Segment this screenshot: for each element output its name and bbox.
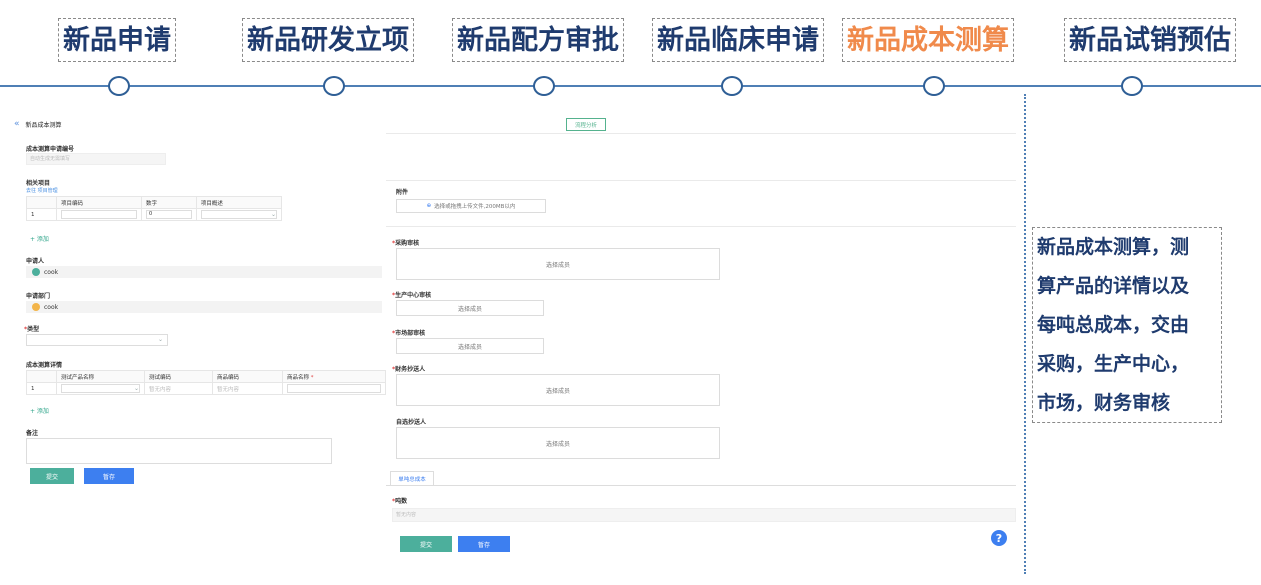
upload-button[interactable]: ⊕ 选择或拖拽上传文件,200MB以内	[396, 199, 546, 213]
step-title-6: 新品试销预估	[1064, 18, 1236, 62]
apply-no-label: 成本测算申请编号	[26, 146, 75, 153]
tab-unit-cost[interactable]: 单吨总成本	[390, 471, 434, 485]
market-member-picker[interactable]: 选择成员	[396, 338, 544, 354]
project-desc-select[interactable]: ⌄	[200, 210, 277, 219]
table-row: 1 ⌄ 暂无内容 暂无内容	[26, 382, 386, 395]
step-title-4: 新品临床申请	[652, 18, 824, 62]
flow-analysis-button[interactable]: 流程分析	[566, 118, 606, 131]
goods-name-input[interactable]	[287, 384, 381, 393]
production-member-picker[interactable]: 选择成员	[396, 300, 544, 316]
applicant-value: cook	[44, 268, 59, 276]
save-draft-button[interactable]: 暂存	[458, 536, 510, 552]
timeline-node-5	[923, 76, 945, 96]
related-project-links[interactable]: 去往 项目管理	[26, 187, 58, 194]
chevron-down-icon: ⌄	[270, 211, 276, 218]
note-line-4: 采购，生产中心，	[1037, 353, 1190, 375]
step-title-2: 新品研发立项	[242, 18, 414, 62]
dept-value: cook	[44, 303, 59, 311]
dept-label: 申请部门	[26, 293, 51, 300]
detail-col-name: 测试产品名称	[56, 370, 145, 383]
chevron-down-icon: ⌄	[157, 336, 163, 343]
row-index: 1	[26, 382, 57, 395]
annotation-note: 新品成本测算，测 算产品的详情以及 每吨总成本，交由 采购，生产中心， 市场，财…	[1032, 227, 1222, 423]
related-col-num: 数字	[141, 196, 197, 209]
purchase-review-label: *采购审核	[392, 240, 420, 247]
step-title-5-active: 新品成本测算	[842, 18, 1014, 62]
dept-field: cook	[26, 301, 382, 313]
timeline-line	[0, 85, 1261, 87]
table-row: 1 0 ⌄	[26, 208, 283, 221]
related-project-label: 相关项目	[26, 180, 51, 187]
number-input[interactable]: 0	[146, 210, 192, 219]
avatar	[32, 303, 40, 311]
purchase-member-picker[interactable]: 选择成员	[396, 248, 720, 280]
detail-col-test-code: 测试编码	[144, 370, 213, 383]
form-left-panel: « 新品成本测算 成本测算申请编号 自动生成无需填写 相关项目 去往 项目管理 …	[14, 116, 386, 484]
double-chevron-left-icon[interactable]: «	[14, 119, 20, 129]
goods-code-cell: 暂无内容	[212, 382, 283, 395]
add-project-link[interactable]: + 添加	[30, 234, 49, 243]
market-review-label: *市场部审核	[392, 330, 426, 337]
submit-button[interactable]: 提交	[400, 536, 452, 552]
form-header: « 新品成本测算	[14, 116, 62, 132]
attachment-label: 附件	[396, 189, 409, 196]
upload-text: 选择或拖拽上传文件,200MB以内	[434, 204, 516, 210]
submit-button[interactable]: 提交	[30, 468, 74, 484]
save-draft-button[interactable]: 暂存	[84, 468, 134, 484]
project-code-input[interactable]	[61, 210, 138, 219]
related-col-code: 项目编码	[55, 196, 143, 209]
add-detail-link[interactable]: + 添加	[30, 406, 49, 415]
type-label: *类型	[24, 326, 40, 333]
applicant-field: cook	[26, 266, 382, 278]
tonnage-input[interactable]: 暂无内容	[392, 508, 1016, 522]
timeline-node-1	[108, 76, 130, 96]
detail-col-goods-name: 商品名称 *	[282, 370, 386, 383]
remark-textarea[interactable]	[26, 438, 332, 464]
timeline-node-6	[1121, 76, 1143, 96]
finance-cc-label: *财务抄送人	[392, 366, 426, 373]
related-project-table: 项目编码 数字 项目概述 1 0 ⌄	[26, 196, 283, 221]
form-right-panel: 流程分析 附件 ⊕ 选择或拖拽上传文件,200MB以内 *采购审核 选择成员 *…	[386, 116, 1016, 566]
product-name-select[interactable]: ⌄	[61, 384, 140, 393]
note-line-1: 新品成本测算，测	[1037, 236, 1190, 258]
form-title: 新品成本测算	[25, 121, 62, 129]
note-line-3: 每吨总成本，交由	[1037, 314, 1190, 336]
finance-member-picker[interactable]: 选择成员	[396, 374, 720, 406]
upload-icon: ⊕	[426, 203, 432, 209]
remark-label: 备注	[26, 430, 39, 437]
cost-detail-table: 测试产品名称 测试编码 商品编码 商品名称 * 1 ⌄ 暂无内容 暂无内容	[26, 370, 386, 395]
related-col-desc: 项目概述	[195, 196, 283, 209]
tonnage-label: *吨数	[392, 498, 408, 505]
timeline-node-3	[533, 76, 555, 96]
help-icon[interactable]: ?	[991, 530, 1007, 546]
detail-label: 成本测算详情	[26, 362, 63, 369]
production-review-label: *生产中心审核	[392, 292, 432, 299]
chevron-down-icon: ⌄	[133, 385, 139, 392]
note-line-2: 算产品的详情以及	[1037, 275, 1190, 297]
type-select[interactable]: ⌄	[26, 334, 168, 346]
detail-col-goods-code: 商品编码	[212, 370, 283, 383]
note-line-5: 市场，财务审核	[1037, 392, 1171, 414]
apply-no-input[interactable]: 自动生成无需填写	[26, 153, 166, 165]
step-title-3: 新品配方审批	[452, 18, 624, 62]
optional-cc-label: 自选抄送人	[396, 419, 427, 426]
applicant-label: 申请人	[26, 258, 45, 265]
step-title-1: 新品申请	[58, 18, 176, 62]
test-code-cell: 暂无内容	[144, 382, 213, 395]
row-index: 1	[26, 208, 57, 221]
divider-line	[1024, 94, 1026, 574]
timeline-node-2	[323, 76, 345, 96]
timeline-node-4	[721, 76, 743, 96]
avatar	[32, 268, 40, 276]
optional-member-picker[interactable]: 选择成员	[396, 427, 720, 459]
